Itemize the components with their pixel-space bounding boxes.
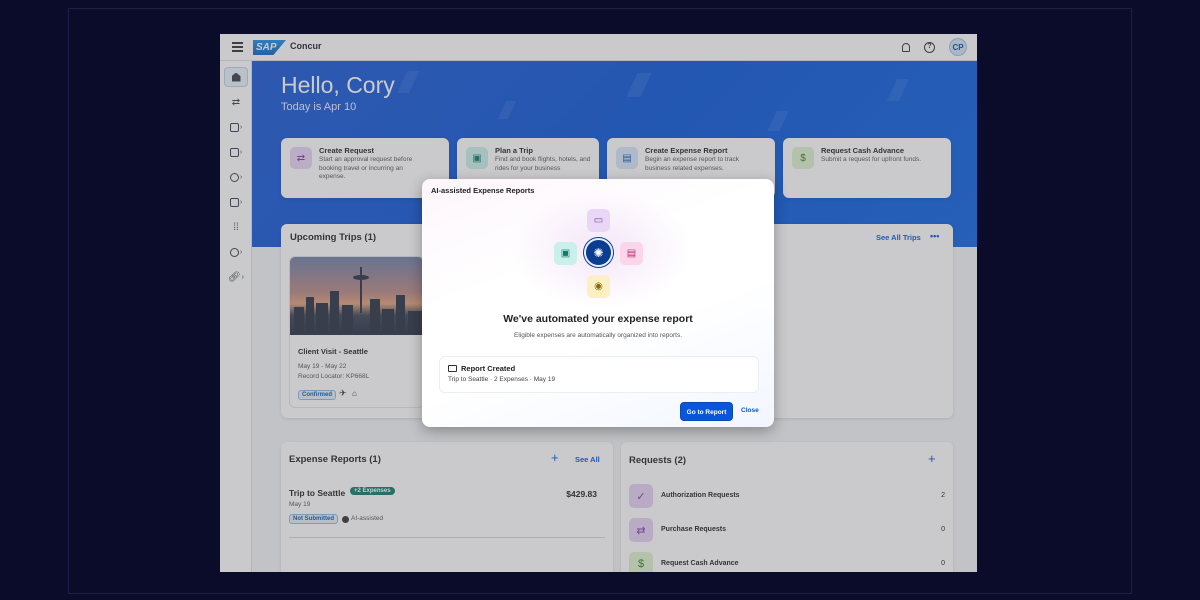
credit-card-icon: ▭ xyxy=(587,209,610,232)
report-created-title: Report Created xyxy=(461,364,516,373)
ai-brain-icon: ✺ xyxy=(584,238,613,267)
report-created-card: Report Created Trip to Seattle · 2 Expen… xyxy=(440,357,758,392)
ai-expense-modal: AI-assisted Expense Reports ▭ ▣ ▤ ◉ ✺ We… xyxy=(422,179,774,427)
app-screen: SAP Concur ? CP ⇄ › › › › ⁞⁞ › 🔗︎ › Hello… xyxy=(220,34,977,572)
modal-title: AI-assisted Expense Reports xyxy=(431,186,535,195)
report-meta: Trip to Seattle · 2 Expenses · May 19 xyxy=(448,376,556,383)
go-to-report-button[interactable]: Go to Report xyxy=(680,402,733,421)
close-button[interactable]: Close xyxy=(741,407,759,414)
modal-heading: We've automated your expense report xyxy=(503,313,693,325)
folder-icon xyxy=(448,365,457,372)
suitcase-icon: ▣ xyxy=(554,242,577,265)
modal-subtitle: Eligible expenses are automatically orga… xyxy=(513,332,682,339)
receipt-icon: ▤ xyxy=(620,242,643,265)
camera-icon: ◉ xyxy=(587,275,610,298)
